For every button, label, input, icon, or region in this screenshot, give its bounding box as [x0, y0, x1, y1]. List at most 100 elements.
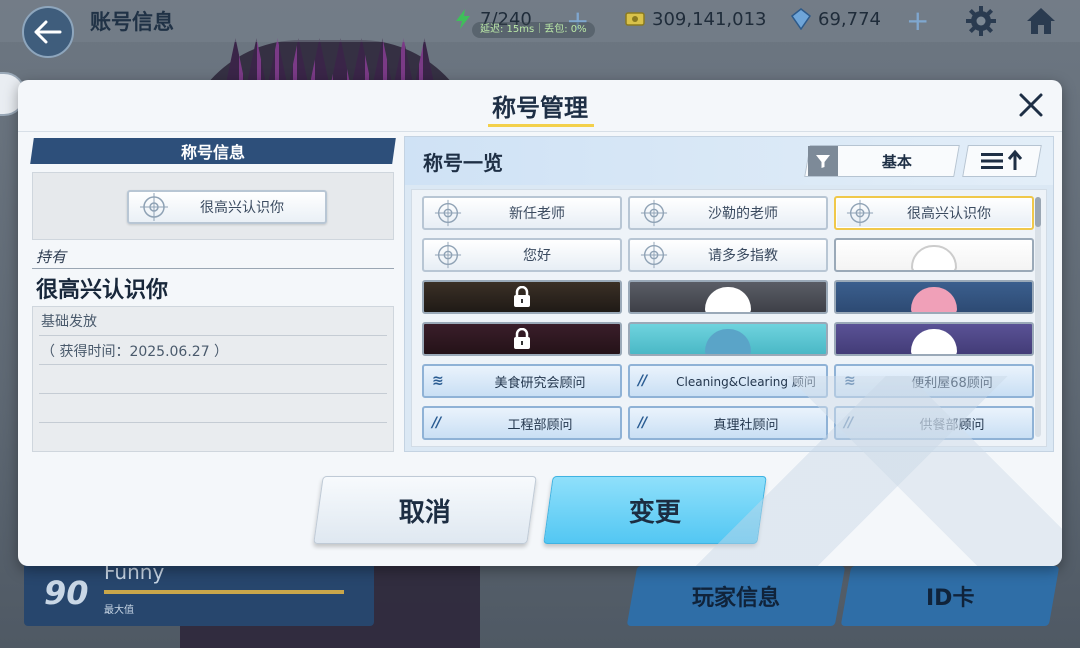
crosshair-emblem-icon [640, 199, 668, 227]
level-number: 90 [44, 574, 89, 612]
lock-icon [514, 328, 530, 349]
club-emblem-icon: // [638, 373, 647, 389]
title-list-panel: 称号一览 基本 新任老师 沙勒的老师 很高兴认识你您好 请多多指教 ≋ 美食研究会顾问 // [404, 136, 1054, 452]
title-item-label: 美食研究会顾问 [494, 375, 586, 391]
title-item-label: 您好 [523, 248, 551, 264]
title-info-header-label: 称号信息 [180, 143, 245, 162]
acquisition-source: 基础发放 [41, 314, 97, 330]
dialog-title: 称号管理 [492, 94, 588, 122]
acquisition-time: （ 获得时间：2025.06.27 ） [41, 344, 229, 360]
current-title-text: 很高兴认识你 [200, 200, 284, 216]
character-face-icon [705, 287, 751, 312]
network-status: 延迟: 15ms｜丢包: 0% [472, 22, 595, 38]
sort-order-button[interactable] [962, 145, 1042, 177]
title-item-label: 沙勒的老师 [708, 206, 778, 222]
title-detail-box: 基础发放 （ 获得时间：2025.06.27 ） [32, 306, 394, 452]
scrollbar-thumb[interactable] [1035, 197, 1041, 227]
gear-icon [966, 6, 996, 36]
add-gem-button[interactable]: + [906, 4, 929, 37]
title-item-label: 便利屋68顾问 [911, 375, 993, 391]
title-item-club[interactable]: // 工程部顾问 [422, 406, 622, 440]
club-emblem-icon: ≋ [844, 373, 856, 389]
title-item-label: 很高兴认识你 [907, 206, 991, 222]
title-info-header: 称号信息 [30, 138, 396, 164]
gem-value: 69,774 [818, 8, 881, 30]
settings-button[interactable] [964, 4, 998, 38]
crosshair-emblem-icon [640, 241, 668, 269]
title-item-label: 新任老师 [509, 206, 565, 222]
title-item[interactable]: 请多多指教 [628, 238, 828, 272]
owned-divider [32, 268, 394, 269]
filter-value: 基本 [881, 152, 912, 171]
cancel-label: 取消 [398, 497, 451, 528]
change-label: 变更 [628, 497, 681, 528]
club-emblem-icon: // [638, 415, 647, 431]
title-item-selected[interactable]: 很高兴认识你 [834, 196, 1034, 230]
crosshair-emblem-icon [434, 241, 462, 269]
level-caption: 最大值 [104, 605, 134, 616]
club-emblem-icon: // [432, 415, 441, 431]
title-item-club[interactable]: // 真理社顾问 [628, 406, 828, 440]
credit-value: 309,141,013 [652, 8, 767, 30]
title-grid: 新任老师 沙勒的老师 很高兴认识你您好 请多多指教 ≋ 美食研究会顾问 // Cleaning… [411, 189, 1047, 447]
title-item-label: 工程部顾问 [507, 417, 573, 433]
lightning-icon [456, 9, 470, 29]
art-title-locked-brown[interactable] [422, 280, 622, 314]
exp-bar [104, 590, 344, 594]
back-arrow-icon [34, 20, 62, 44]
art-title-locked-dark[interactable] [422, 322, 622, 356]
close-icon [1019, 93, 1043, 117]
title-item[interactable]: 您好 [422, 238, 622, 272]
owned-label: 持有 [36, 248, 67, 266]
character-face-icon [911, 245, 957, 270]
crosshair-emblem-icon [434, 199, 462, 227]
art-title-teal-bird[interactable] [628, 322, 828, 356]
character-face-icon [705, 329, 751, 354]
title-item[interactable]: 新任老师 [422, 196, 622, 230]
home-button[interactable] [1024, 4, 1058, 38]
dialog-header: 称号管理 [18, 80, 1062, 132]
detail-divider [39, 335, 387, 336]
title-item-club[interactable]: // Cleaning&Clearing 顾问 [628, 364, 828, 398]
detail-divider [39, 422, 387, 423]
close-button[interactable] [1014, 88, 1048, 122]
crosshair-emblem-icon [140, 193, 168, 221]
credit-counter: 309,141,013 [624, 8, 767, 30]
title-item-club[interactable]: ≋ 美食研究会顾问 [422, 364, 622, 398]
detail-divider [39, 364, 387, 365]
art-title-cute-face[interactable] [834, 238, 1034, 272]
cancel-button[interactable]: 取消 [313, 476, 537, 544]
detail-divider [39, 393, 387, 394]
title-item-club[interactable]: ≋ 便利屋68顾问 [834, 364, 1034, 398]
current-title-chip: 很高兴认识你 [127, 190, 327, 224]
filter-icon-container [808, 146, 838, 176]
filter-funnel-icon [816, 155, 830, 168]
title-item[interactable]: 沙勒的老师 [628, 196, 828, 230]
title-grid-scrollbar[interactable] [1035, 197, 1041, 437]
back-button[interactable] [22, 6, 74, 58]
title-item-label: 真理社顾问 [713, 417, 779, 433]
change-button[interactable]: 变更 [543, 476, 767, 544]
art-title-cat[interactable] [834, 322, 1034, 356]
sort-ascending-icon [981, 149, 1023, 170]
home-icon [1027, 8, 1055, 34]
art-title-pink-bird[interactable] [834, 280, 1034, 314]
player-info-label: 玩家信息 [691, 586, 780, 611]
title-list-header: 称号一览 基本 [405, 137, 1053, 185]
lock-icon [514, 286, 530, 307]
crosshair-emblem-icon [846, 199, 874, 227]
id-card-button[interactable]: ID卡 [840, 566, 1060, 626]
title-item-label: 请多多指教 [708, 248, 778, 264]
filter-dropdown[interactable]: 基本 [804, 145, 960, 177]
owned-title-name: 很高兴认识你 [36, 278, 169, 303]
current-title-preview: 很高兴认识你 [32, 172, 394, 240]
character-face-icon [911, 329, 957, 354]
club-emblem-icon: // [844, 415, 853, 431]
player-info-button[interactable]: 玩家信息 [626, 566, 846, 626]
dialog-title-underline [488, 124, 594, 127]
title-item-club[interactable]: // 供餐部顾问 [834, 406, 1034, 440]
club-emblem-icon: ≋ [432, 373, 444, 389]
gem-counter: 69,774 [790, 8, 881, 30]
title-item-label: 供餐部顾问 [919, 417, 985, 433]
art-title-panda[interactable] [628, 280, 828, 314]
